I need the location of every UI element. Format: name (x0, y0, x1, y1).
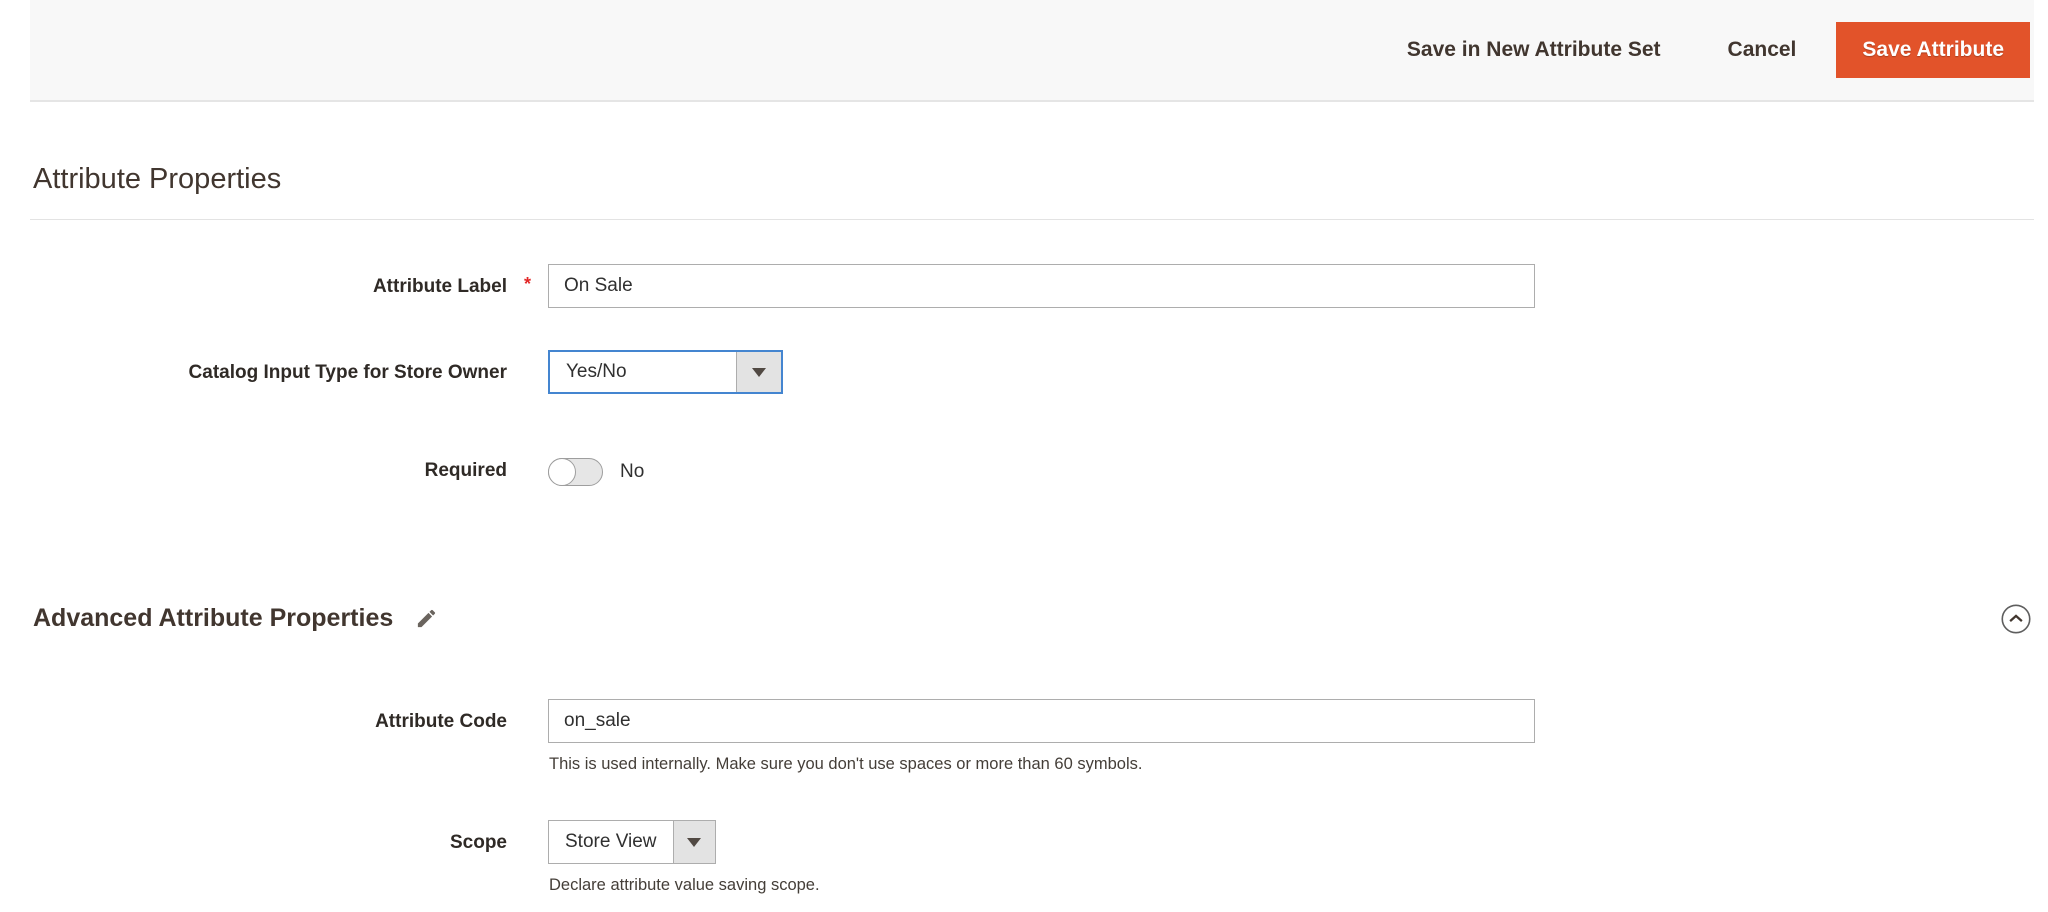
edit-pencil-icon[interactable] (415, 607, 438, 630)
attribute-form: Attribute Properties Attribute Label * C… (30, 162, 2034, 895)
attribute-code-note: This is used internally. Make sure you d… (549, 755, 1143, 773)
scope-select[interactable]: Store View (548, 820, 716, 864)
required-asterisk: * (523, 274, 531, 294)
save-attribute-button[interactable]: Save Attribute (1836, 22, 2030, 78)
required-label: Required (424, 460, 507, 481)
attribute-label-input[interactable] (548, 264, 1535, 308)
catalog-input-type-field: Yes/No (548, 350, 2034, 394)
catalog-input-type-select[interactable]: Yes/No (548, 350, 783, 394)
required-field: No (548, 458, 2034, 486)
cancel-button[interactable]: Cancel (1728, 38, 1797, 62)
catalog-input-type-value: Yes/No (566, 361, 627, 382)
required-mark-zone: * (507, 264, 548, 295)
page-actions-toolbar: Save in New Attribute Set Cancel Save At… (30, 0, 2034, 102)
attribute-code-label: Attribute Code (375, 711, 507, 732)
attribute-code-input[interactable] (548, 699, 1535, 743)
advanced-properties-title: Advanced Attribute Properties (33, 604, 394, 632)
dropdown-caret-icon[interactable] (672, 821, 715, 863)
attribute-code-row: Attribute Code This is used internally. … (30, 699, 2034, 774)
scope-label: Scope (449, 832, 507, 853)
required-toggle[interactable] (548, 458, 603, 486)
scope-note: Declare attribute value saving scope. (549, 876, 820, 894)
dropdown-caret-icon[interactable] (736, 352, 781, 392)
attribute-code-field: This is used internally. Make sure you d… (548, 699, 2034, 774)
new-attribute-page: Save in New Attribute Set Cancel Save At… (0, 0, 2048, 895)
scope-field: Store View Declare attribute value savin… (548, 820, 2034, 895)
attribute-properties-title: Attribute Properties (33, 163, 282, 195)
required-toggle-state: No (620, 461, 645, 482)
attribute-label-label: Attribute Label (372, 276, 507, 297)
advanced-section-header: Advanced Attribute Properties (30, 602, 2034, 635)
scope-value: Store View (565, 831, 657, 852)
toggle-knob (548, 458, 576, 486)
required-row: Required No (30, 458, 2034, 486)
collapse-chevron-up-icon[interactable] (2000, 603, 2032, 635)
scope-row: Scope Store View Declare attribute value… (30, 820, 2034, 895)
save-in-new-attribute-set-button[interactable]: Save in New Attribute Set (1407, 38, 1661, 62)
catalog-input-type-label: Catalog Input Type for Store Owner (188, 362, 507, 383)
attribute-label-field (548, 264, 2034, 308)
catalog-input-type-row: Catalog Input Type for Store Owner Yes/N… (30, 350, 2034, 394)
section-divider (30, 219, 2034, 220)
attribute-label-row: Attribute Label * (30, 264, 2034, 308)
